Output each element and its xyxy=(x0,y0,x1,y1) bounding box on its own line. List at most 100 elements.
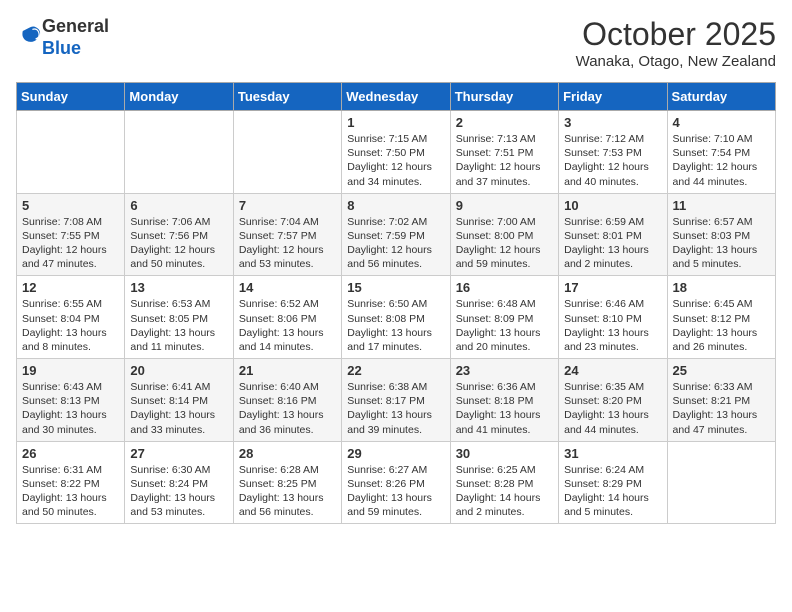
day-info-line: Sunrise: 6:50 AM xyxy=(347,297,444,311)
day-number: 7 xyxy=(239,198,336,213)
calendar-cell: 19Sunrise: 6:43 AMSunset: 8:13 PMDayligh… xyxy=(17,359,125,442)
day-info-line: Sunset: 7:50 PM xyxy=(347,146,444,160)
day-info-line: Sunrise: 7:13 AM xyxy=(456,132,553,146)
day-info-line: Sunrise: 6:25 AM xyxy=(456,463,553,477)
day-info-line: Sunrise: 6:40 AM xyxy=(239,380,336,394)
day-info-line: Daylight: 13 hours and 53 minutes. xyxy=(130,491,227,519)
day-info-line: Daylight: 13 hours and 36 minutes. xyxy=(239,408,336,436)
logo-general-text: General xyxy=(42,16,109,38)
calendar-cell xyxy=(125,111,233,194)
day-number: 13 xyxy=(130,280,227,295)
day-info-line: Daylight: 14 hours and 5 minutes. xyxy=(564,491,661,519)
column-header-wednesday: Wednesday xyxy=(342,83,450,111)
day-info-line: Sunset: 7:51 PM xyxy=(456,146,553,160)
day-info-line: Daylight: 13 hours and 59 minutes. xyxy=(347,491,444,519)
day-info-line: Daylight: 13 hours and 11 minutes. xyxy=(130,326,227,354)
day-info-line: Sunrise: 6:53 AM xyxy=(130,297,227,311)
day-number: 10 xyxy=(564,198,661,213)
day-info-line: Daylight: 12 hours and 37 minutes. xyxy=(456,160,553,188)
calendar-cell: 9Sunrise: 7:00 AMSunset: 8:00 PMDaylight… xyxy=(450,193,558,276)
day-info-line: Sunset: 8:25 PM xyxy=(239,477,336,491)
day-info-line: Daylight: 13 hours and 17 minutes. xyxy=(347,326,444,354)
day-info-line: Daylight: 12 hours and 50 minutes. xyxy=(130,243,227,271)
day-info-line: Sunset: 8:03 PM xyxy=(673,229,770,243)
day-number: 12 xyxy=(22,280,119,295)
day-info-line: Sunrise: 6:57 AM xyxy=(673,215,770,229)
logo-icon xyxy=(18,23,42,47)
day-info-line: Sunrise: 6:38 AM xyxy=(347,380,444,394)
day-info-line: Sunset: 8:26 PM xyxy=(347,477,444,491)
calendar-cell: 11Sunrise: 6:57 AMSunset: 8:03 PMDayligh… xyxy=(667,193,775,276)
day-info-line: Sunrise: 6:33 AM xyxy=(673,380,770,394)
day-info-line: Sunrise: 6:27 AM xyxy=(347,463,444,477)
calendar-cell: 26Sunrise: 6:31 AMSunset: 8:22 PMDayligh… xyxy=(17,441,125,524)
day-info-line: Sunrise: 6:41 AM xyxy=(130,380,227,394)
calendar-table: SundayMondayTuesdayWednesdayThursdayFrid… xyxy=(16,82,776,524)
day-number: 18 xyxy=(673,280,770,295)
calendar-cell: 5Sunrise: 7:08 AMSunset: 7:55 PMDaylight… xyxy=(17,193,125,276)
day-info-line: Sunrise: 6:36 AM xyxy=(456,380,553,394)
calendar-cell: 29 Sunrise: 6:27 AMSunset: 8:26 PMDayligh… xyxy=(342,441,450,524)
day-info-line: Sunrise: 7:00 AM xyxy=(456,215,553,229)
day-info-line: Daylight: 13 hours and 33 minutes. xyxy=(130,408,227,436)
day-info-line: Sunset: 8:01 PM xyxy=(564,229,661,243)
day-info-line: Sunrise: 7:06 AM xyxy=(130,215,227,229)
day-info-line: Sunrise: 6:52 AM xyxy=(239,297,336,311)
logo-blue-text: Blue xyxy=(42,38,109,60)
calendar-cell: 3Sunrise: 7:12 AMSunset: 7:53 PMDaylight… xyxy=(559,111,667,194)
calendar-week-row: 19Sunrise: 6:43 AMSunset: 8:13 PMDayligh… xyxy=(17,359,776,442)
day-number: 2 xyxy=(456,115,553,130)
day-info-line: Sunrise: 6:46 AM xyxy=(564,297,661,311)
day-info-line: Daylight: 12 hours and 59 minutes. xyxy=(456,243,553,271)
day-info-line: Sunset: 8:14 PM xyxy=(130,394,227,408)
calendar-week-row: 26Sunrise: 6:31 AMSunset: 8:22 PMDayligh… xyxy=(17,441,776,524)
day-info-line: Sunrise: 6:35 AM xyxy=(564,380,661,394)
day-info-line: Daylight: 13 hours and 47 minutes. xyxy=(673,408,770,436)
day-number: 22 xyxy=(347,363,444,378)
day-info-line: Sunrise: 6:30 AM xyxy=(130,463,227,477)
calendar-cell xyxy=(17,111,125,194)
day-info-line: Sunset: 8:04 PM xyxy=(22,312,119,326)
day-info-line: Sunrise: 6:43 AM xyxy=(22,380,119,394)
column-header-thursday: Thursday xyxy=(450,83,558,111)
day-info-line: Sunrise: 7:15 AM xyxy=(347,132,444,146)
day-info-line: Daylight: 13 hours and 50 minutes. xyxy=(22,491,119,519)
day-number: 27 xyxy=(130,446,227,461)
day-info-line: Sunset: 8:28 PM xyxy=(456,477,553,491)
calendar-cell xyxy=(667,441,775,524)
calendar-cell: 15 Sunrise: 6:50 AMSunset: 8:08 PMDayligh… xyxy=(342,276,450,359)
day-info-line: Sunset: 8:08 PM xyxy=(347,312,444,326)
day-info-line: Sunset: 8:16 PM xyxy=(239,394,336,408)
day-info-line: Daylight: 13 hours and 2 minutes. xyxy=(564,243,661,271)
day-number: 29 xyxy=(347,446,444,461)
day-info-line: Sunset: 8:21 PM xyxy=(673,394,770,408)
logo: General Blue xyxy=(16,16,109,59)
calendar-cell: 12Sunrise: 6:55 AMSunset: 8:04 PMDayligh… xyxy=(17,276,125,359)
day-number: 24 xyxy=(564,363,661,378)
day-number: 1 xyxy=(347,115,444,130)
calendar-cell: 7Sunrise: 7:04 AMSunset: 7:57 PMDaylight… xyxy=(233,193,341,276)
day-number: 23 xyxy=(456,363,553,378)
day-info-line: Sunset: 8:12 PM xyxy=(673,312,770,326)
day-info-line: Sunset: 8:06 PM xyxy=(239,312,336,326)
day-info-line: Daylight: 13 hours and 23 minutes. xyxy=(564,326,661,354)
day-info-line: Sunset: 8:09 PM xyxy=(456,312,553,326)
day-info-line: Sunrise: 7:04 AM xyxy=(239,215,336,229)
day-info-line: Sunset: 8:10 PM xyxy=(564,312,661,326)
day-info-line: Sunrise: 6:31 AM xyxy=(22,463,119,477)
column-header-friday: Friday xyxy=(559,83,667,111)
day-number: 16 xyxy=(456,280,553,295)
column-header-monday: Monday xyxy=(125,83,233,111)
calendar-cell: 18Sunrise: 6:45 AMSunset: 8:12 PMDayligh… xyxy=(667,276,775,359)
day-info-line: Sunset: 7:56 PM xyxy=(130,229,227,243)
day-info-line: Sunrise: 6:24 AM xyxy=(564,463,661,477)
day-info-line: Sunset: 8:29 PM xyxy=(564,477,661,491)
day-info-line: Daylight: 13 hours and 41 minutes. xyxy=(456,408,553,436)
day-info-line: Sunset: 7:59 PM xyxy=(347,229,444,243)
calendar-cell: 20Sunrise: 6:41 AMSunset: 8:14 PMDayligh… xyxy=(125,359,233,442)
day-number: 15 xyxy=(347,280,444,295)
day-info-line: Sunrise: 6:28 AM xyxy=(239,463,336,477)
day-info-line: Daylight: 13 hours and 5 minutes. xyxy=(673,243,770,271)
day-info-line: Daylight: 12 hours and 47 minutes. xyxy=(22,243,119,271)
column-header-sunday: Sunday xyxy=(17,83,125,111)
